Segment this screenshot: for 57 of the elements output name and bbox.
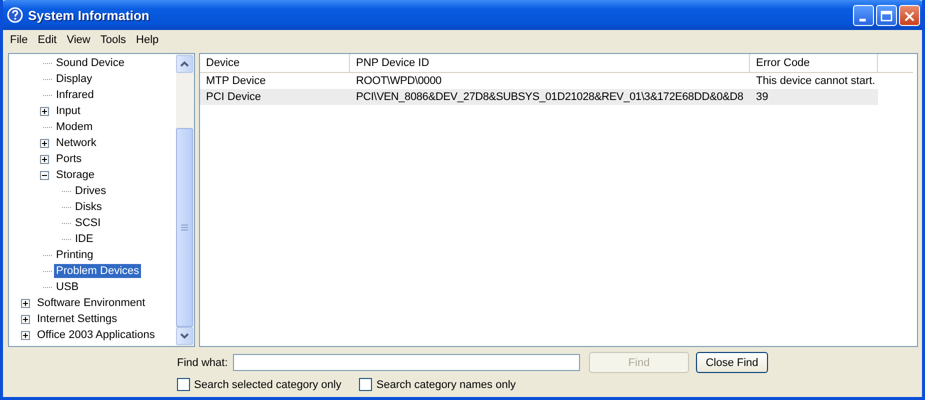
tree-item[interactable]: IDE <box>73 232 96 246</box>
table-cell-text: 39 <box>755 91 770 103</box>
scrollbar[interactable] <box>176 54 194 346</box>
find-field[interactable] <box>233 354 580 371</box>
close-find-button[interactable]: Close Find <box>696 352 768 373</box>
table-cell-text: PCI\VEN_8086&DEV_27D8&SUBSYS_01D21028&REV_01\3&172E68DD&0&D8 <box>355 91 744 103</box>
checkbox[interactable] <box>359 378 372 391</box>
tree-item[interactable]: Office 2003 Applications <box>35 328 157 342</box>
tree-item[interactable]: Software Environment <box>35 296 148 310</box>
menu-item[interactable]: File <box>5 34 33 46</box>
table-cell-text: ROOT\WPD\0000 <box>355 75 442 87</box>
tree-item[interactable]: Problem Devices <box>54 264 142 278</box>
tree-item[interactable]: Drives <box>73 184 108 198</box>
expand-icon[interactable] <box>40 154 49 164</box>
tree-item[interactable]: SCSI <box>73 216 103 230</box>
table-cell-text: This device cannot start. <box>755 75 876 87</box>
tree-item[interactable]: Printing <box>54 248 96 262</box>
menu-item[interactable]: Edit <box>32 34 62 46</box>
expand-icon[interactable] <box>21 330 30 340</box>
tree-item[interactable]: Modem <box>54 120 95 134</box>
scroll-up-button[interactable] <box>176 55 193 73</box>
tree-item[interactable]: Infrared <box>54 88 96 102</box>
tree-item[interactable]: Sound Device <box>54 56 126 70</box>
column-header[interactable]: PNP Device ID <box>350 54 750 72</box>
tree-item[interactable]: Disks <box>73 200 104 214</box>
window-title: System Information <box>28 8 150 22</box>
tree-item[interactable]: Storage <box>54 168 97 182</box>
expand-icon[interactable] <box>21 314 30 324</box>
grip-icon <box>181 224 188 231</box>
find-label: Find what: <box>177 356 229 368</box>
checkbox[interactable] <box>177 378 190 391</box>
table-row[interactable]: MTP Device ROOT\WPD\0000 This device cannot start. <box>200 73 878 89</box>
expand-icon[interactable] <box>40 138 49 148</box>
checkbox-label[interactable]: Search selected category only <box>194 378 342 390</box>
column-header[interactable]: Device <box>200 54 350 72</box>
tree-item[interactable]: Ports <box>54 152 84 166</box>
expand-icon[interactable] <box>21 298 30 308</box>
collapse-icon[interactable] <box>40 170 49 180</box>
menu-item[interactable]: View <box>62 34 96 46</box>
expand-icon[interactable] <box>40 106 49 116</box>
scroll-thumb[interactable] <box>176 128 193 327</box>
chevron-up-icon[interactable] <box>180 61 189 67</box>
menu-item[interactable]: Tools <box>95 34 132 46</box>
table-row[interactable]: PCI Device PCI\VEN_8086&DEV_27D8&SUBSYS_01D21028&REV_01\3&172E68DD&0&D8 39 <box>200 89 878 105</box>
tree-item[interactable]: USB <box>54 280 81 294</box>
table-cell-text: PCI Device <box>205 91 262 103</box>
scroll-down-button[interactable] <box>176 327 193 345</box>
chevron-down-icon[interactable] <box>180 333 189 339</box>
tree-item[interactable]: Display <box>54 72 94 86</box>
tree-item[interactable]: Input <box>54 104 82 118</box>
checkbox-label[interactable]: Search category names only <box>376 378 516 390</box>
tree-item[interactable]: Internet Settings <box>35 312 120 326</box>
tree-item[interactable]: Network <box>54 136 98 150</box>
table-cell-text: MTP Device <box>205 75 267 87</box>
help-icon <box>7 7 23 23</box>
menu-item[interactable]: Help <box>131 34 164 46</box>
column-header[interactable]: Error Code <box>750 54 878 72</box>
